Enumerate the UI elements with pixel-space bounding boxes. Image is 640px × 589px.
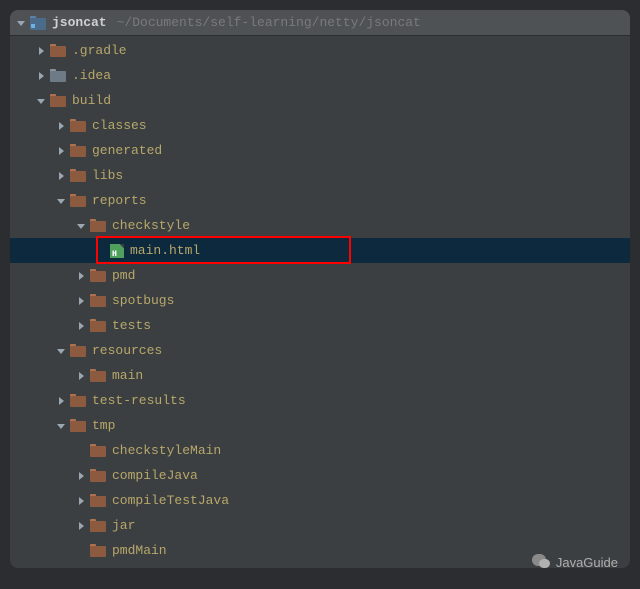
folder-icon bbox=[70, 343, 86, 359]
folder-icon bbox=[90, 218, 106, 234]
folder-icon bbox=[70, 118, 86, 134]
chevron-right-icon[interactable] bbox=[56, 396, 66, 406]
project-name: jsoncat bbox=[52, 15, 107, 30]
tree-row[interactable]: classes bbox=[10, 113, 630, 138]
tree-item-label: libs bbox=[92, 168, 123, 183]
tree-row[interactable]: checkstyle bbox=[10, 213, 630, 238]
tree-item-label: .idea bbox=[72, 68, 111, 83]
tree-item-label: reports bbox=[92, 193, 147, 208]
chevron-down-icon[interactable] bbox=[56, 421, 66, 431]
tree-row[interactable]: compileTestJava bbox=[10, 488, 630, 513]
tree-row[interactable]: generated bbox=[10, 138, 630, 163]
chevron-right-icon[interactable] bbox=[76, 371, 86, 381]
tree-row[interactable]: tests bbox=[10, 313, 630, 338]
wechat-icon bbox=[530, 551, 552, 573]
folder-icon bbox=[90, 543, 106, 559]
project-tree-panel: jsoncat ~/Documents/self-learning/netty/… bbox=[10, 10, 630, 568]
folder-icon bbox=[90, 368, 106, 384]
chevron-right-icon[interactable] bbox=[56, 121, 66, 131]
folder-icon bbox=[70, 168, 86, 184]
chevron-right-icon[interactable] bbox=[76, 271, 86, 281]
tree-row[interactable]: compileJava bbox=[10, 463, 630, 488]
tree-item-label: tests bbox=[112, 318, 151, 333]
project-path: ~/Documents/self-learning/netty/jsoncat bbox=[117, 15, 421, 30]
folder-icon bbox=[50, 93, 66, 109]
tree-row[interactable]: pmd bbox=[10, 263, 630, 288]
tree-item-label: main bbox=[112, 368, 143, 383]
tree-item-label: checkstyle bbox=[112, 218, 190, 233]
watermark: JavaGuide bbox=[530, 551, 618, 573]
folder-icon bbox=[90, 468, 106, 484]
project-root-row[interactable]: jsoncat ~/Documents/self-learning/netty/… bbox=[10, 10, 630, 36]
folder-icon bbox=[70, 418, 86, 434]
chevron-right-icon[interactable] bbox=[56, 171, 66, 181]
file-tree: .gradle .idea build classes generated li… bbox=[10, 36, 630, 563]
chevron-down-icon[interactable] bbox=[56, 196, 66, 206]
chevron-right-icon[interactable] bbox=[76, 471, 86, 481]
folder-icon bbox=[50, 43, 66, 59]
chevron-right-icon[interactable] bbox=[76, 496, 86, 506]
tree-row[interactable]: tmp bbox=[10, 413, 630, 438]
tree-item-label: classes bbox=[92, 118, 147, 133]
folder-icon bbox=[90, 518, 106, 534]
chevron-down-icon[interactable] bbox=[16, 18, 26, 28]
module-folder-icon bbox=[30, 15, 46, 31]
tree-item-label: jar bbox=[112, 518, 135, 533]
tree-item-label: pmdMain bbox=[112, 543, 167, 558]
chevron-right-icon[interactable] bbox=[56, 146, 66, 156]
tree-row[interactable]: resources bbox=[10, 338, 630, 363]
tree-row[interactable]: main bbox=[10, 363, 630, 388]
folder-icon bbox=[70, 193, 86, 209]
tree-row[interactable]: test-results bbox=[10, 388, 630, 413]
tree-row[interactable]: spotbugs bbox=[10, 288, 630, 313]
folder-icon bbox=[70, 393, 86, 409]
chevron-down-icon[interactable] bbox=[76, 221, 86, 231]
folder-icon bbox=[90, 268, 106, 284]
tree-row[interactable]: checkstyleMain bbox=[10, 438, 630, 463]
tree-item-label: build bbox=[72, 93, 111, 108]
chevron-down-icon[interactable] bbox=[56, 346, 66, 356]
tree-item-label: spotbugs bbox=[112, 293, 174, 308]
tree-item-label: compileJava bbox=[112, 468, 198, 483]
folder-icon bbox=[90, 443, 106, 459]
tree-row[interactable]: build bbox=[10, 88, 630, 113]
tree-item-label: tmp bbox=[92, 418, 115, 433]
tree-item-label: checkstyleMain bbox=[112, 443, 221, 458]
tree-item-label: resources bbox=[92, 343, 162, 358]
folder-icon bbox=[70, 143, 86, 159]
html-file-icon bbox=[110, 244, 124, 258]
chevron-right-icon[interactable] bbox=[76, 521, 86, 531]
watermark-text: JavaGuide bbox=[556, 555, 618, 570]
tree-item-label: compileTestJava bbox=[112, 493, 229, 508]
tree-item-label: .gradle bbox=[72, 43, 127, 58]
tree-item-label: generated bbox=[92, 143, 162, 158]
chevron-down-icon[interactable] bbox=[36, 96, 46, 106]
folder-icon bbox=[90, 293, 106, 309]
tree-item-label: main.html bbox=[130, 243, 200, 258]
chevron-right-icon[interactable] bbox=[76, 321, 86, 331]
tree-item-label: pmd bbox=[112, 268, 135, 283]
tree-row[interactable]: .gradle bbox=[10, 38, 630, 63]
tree-row[interactable]: .idea bbox=[10, 63, 630, 88]
chevron-right-icon[interactable] bbox=[36, 71, 46, 81]
folder-icon bbox=[90, 318, 106, 334]
folder-icon bbox=[50, 68, 66, 84]
chevron-right-icon[interactable] bbox=[36, 46, 46, 56]
chevron-right-icon[interactable] bbox=[76, 296, 86, 306]
tree-item-label: test-results bbox=[92, 393, 186, 408]
tree-row[interactable]: reports bbox=[10, 188, 630, 213]
tree-row[interactable]: jar bbox=[10, 513, 630, 538]
tree-row[interactable]: main.html bbox=[10, 238, 630, 263]
folder-icon bbox=[90, 493, 106, 509]
tree-row[interactable]: libs bbox=[10, 163, 630, 188]
